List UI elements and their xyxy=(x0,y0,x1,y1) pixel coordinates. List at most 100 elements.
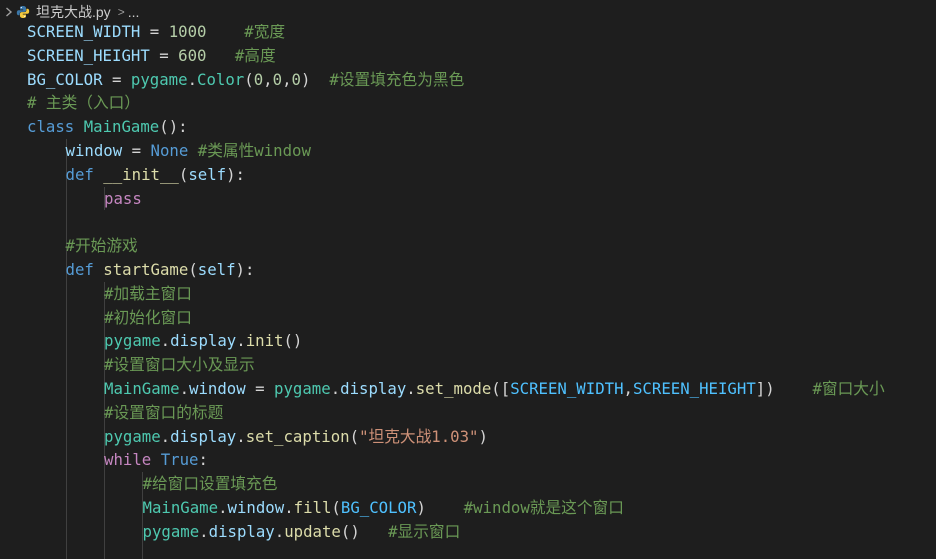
code-token: , xyxy=(263,69,273,89)
indent-guide xyxy=(104,472,105,496)
code-token: () xyxy=(283,331,303,351)
code-editor[interactable]: 坦克大战.py > ... SCREEN_WIDTH = 1000 #宽度 SCR… xyxy=(0,0,936,559)
indent-guide xyxy=(104,543,105,559)
code-token: () xyxy=(340,521,389,541)
code-line[interactable] xyxy=(0,210,936,235)
code-token: Color xyxy=(197,69,245,89)
code-line[interactable]: #开始游戏 xyxy=(0,234,936,258)
code-token: display xyxy=(170,331,237,351)
code-line[interactable]: # 主类（入口） xyxy=(0,91,936,115)
breadcrumb-more[interactable]: ... xyxy=(128,4,140,20)
code-token: . xyxy=(406,378,416,398)
code-token: = xyxy=(122,140,151,160)
code-token: def xyxy=(65,259,94,279)
code-token: #给窗口设置填充色 xyxy=(142,474,278,494)
code-token: . xyxy=(160,331,171,351)
code-line[interactable]: window = None #类属性window xyxy=(0,138,936,163)
indent-guide xyxy=(66,543,67,559)
code-token: . xyxy=(236,331,246,351)
code-token: ): xyxy=(235,259,255,279)
code-line[interactable]: MainGame.window = pygame.display.set_mod… xyxy=(0,376,936,401)
code-line[interactable]: pygame.display.init() xyxy=(0,329,936,354)
code-token: 0 xyxy=(253,69,264,89)
code-line[interactable]: #设置窗口的标题 xyxy=(0,400,936,425)
indent-guide xyxy=(66,305,67,330)
code-line[interactable]: #初始化窗口 xyxy=(0,305,936,330)
code-line[interactable]: pygame.display.update() #显示窗口 xyxy=(0,519,936,544)
code-line[interactable]: #设置窗口大小及显示 xyxy=(0,353,936,377)
code-token: #高度 xyxy=(234,45,276,65)
code-token: BG_COLOR xyxy=(340,497,417,517)
code-token: class xyxy=(27,117,75,137)
code-line[interactable]: def __init__(self): xyxy=(0,162,936,187)
code-line[interactable]: while True: xyxy=(0,448,936,473)
code-token: display xyxy=(340,378,407,398)
code-text: pygame.display.init() xyxy=(104,329,302,353)
code-line[interactable]: pass xyxy=(0,186,936,211)
code-token: ( xyxy=(331,497,341,517)
code-token: while xyxy=(104,450,152,470)
code-token: None xyxy=(150,140,189,160)
code-token: ) xyxy=(300,69,330,89)
code-line[interactable]: def startGame(self): xyxy=(0,257,936,282)
code-token: ([ xyxy=(491,378,511,398)
code-token: : xyxy=(198,450,208,470)
code-token: 600 xyxy=(178,45,207,65)
code-token: 1000 xyxy=(168,22,207,41)
indent-guide xyxy=(104,495,105,520)
code-token: pygame xyxy=(274,378,331,398)
chevron-icon[interactable] xyxy=(2,0,16,24)
code-token: "坦克大战1.03" xyxy=(359,426,479,446)
code-area[interactable]: SCREEN_WIDTH = 1000 #宽度 SCREEN_HEIGHT = 6… xyxy=(0,20,936,559)
code-text: SCREEN_HEIGHT = 600 #高度 xyxy=(27,44,276,68)
code-token: pygame xyxy=(104,331,161,351)
code-line[interactable]: pygame.display.set_caption("坦克大战1.03") xyxy=(0,424,936,449)
code-token: #设置窗口的标题 xyxy=(104,402,224,422)
code-token: update xyxy=(284,521,341,541)
code-line[interactable]: MainGame.window.fill(BG_COLOR) #window就是… xyxy=(0,495,936,520)
indent-guide xyxy=(66,186,67,211)
code-token: . xyxy=(284,497,294,517)
code-token: display xyxy=(170,426,237,446)
indent-guide xyxy=(104,519,105,544)
code-line[interactable]: BG_COLOR = pygame.Color(0,0,0) #设置填充色为黑色 xyxy=(0,68,936,92)
code-token: = xyxy=(149,45,179,65)
code-text: pygame.display.set_caption("坦克大战1.03") xyxy=(104,425,488,449)
code-token: #显示窗口 xyxy=(388,521,461,541)
breadcrumb-file[interactable]: 坦克大战.py xyxy=(36,2,111,22)
indent-guide xyxy=(142,543,143,559)
code-line[interactable] xyxy=(0,543,936,559)
code-token: pass xyxy=(104,188,142,208)
indent-guide xyxy=(66,281,67,306)
code-text: #设置窗口的标题 xyxy=(104,401,223,425)
code-token: #window就是这个窗口 xyxy=(463,497,624,517)
code-token: #加载主窗口 xyxy=(104,283,192,303)
code-line[interactable]: SCREEN_HEIGHT = 600 #高度 xyxy=(0,44,936,68)
breadcrumb: 坦克大战.py > ... xyxy=(0,0,936,24)
code-token: display xyxy=(208,521,275,541)
code-token: #设置填充色为黑色 xyxy=(329,69,465,89)
code-token: 0 xyxy=(291,69,301,89)
code-token: def xyxy=(65,164,94,184)
code-text: class MainGame(): xyxy=(27,115,188,139)
breadcrumb-separator: > xyxy=(117,5,125,19)
code-token: , xyxy=(623,378,633,398)
code-token: SCREEN_WIDTH xyxy=(27,22,141,41)
code-token: SCREEN_WIDTH xyxy=(510,378,624,398)
code-token: ) xyxy=(478,426,488,446)
indent-guide xyxy=(66,210,67,235)
code-token: #类属性window xyxy=(197,140,311,160)
code-token: SCREEN_HEIGHT xyxy=(632,378,756,398)
code-text: MainGame.window.fill(BG_COLOR) #window就是… xyxy=(143,496,624,520)
code-token: #窗口大小 xyxy=(812,378,885,398)
code-token: window xyxy=(189,378,246,398)
code-text: def __init__(self): xyxy=(66,163,245,187)
code-line[interactable]: #加载主窗口 xyxy=(0,281,936,306)
indent-guide xyxy=(66,495,67,520)
code-line[interactable]: class MainGame(): xyxy=(0,115,936,139)
code-token: . xyxy=(199,521,209,541)
code-text: pass xyxy=(104,187,142,211)
code-line[interactable]: #给窗口设置填充色 xyxy=(0,472,936,496)
